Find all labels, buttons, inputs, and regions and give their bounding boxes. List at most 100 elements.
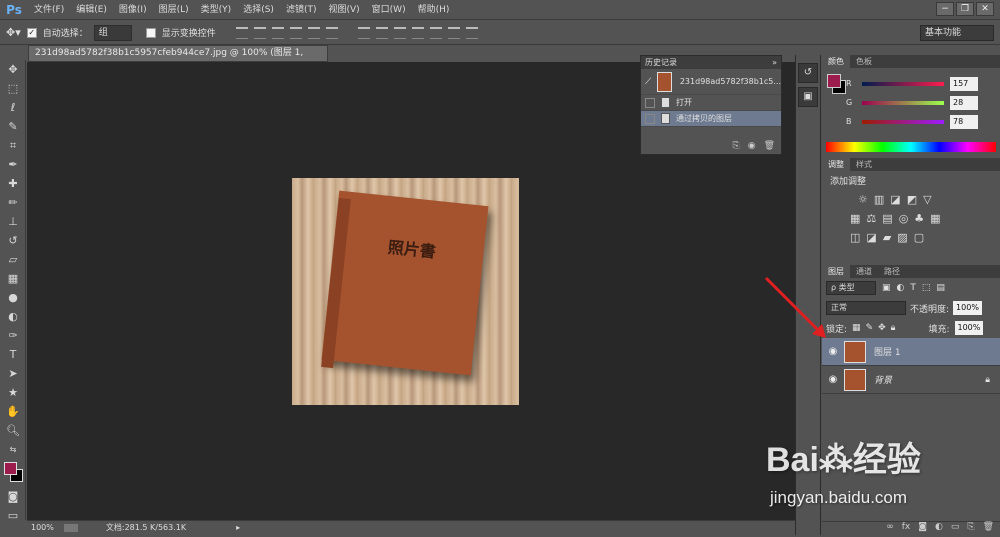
history-source-checkbox[interactable] <box>645 97 655 108</box>
layer-filter-dropdown[interactable]: ρ 类型 <box>826 281 876 295</box>
restore-button[interactable]: ❐ <box>956 2 974 16</box>
color-spectrum[interactable] <box>826 142 996 152</box>
move-tool-icon[interactable]: ✥▾ <box>6 26 21 39</box>
align-left-icon[interactable] <box>289 26 302 39</box>
green-track[interactable] <box>862 100 944 105</box>
menu-layer[interactable]: 图层(L) <box>153 0 195 20</box>
auto-select-checkbox[interactable]: ✓ <box>26 27 37 38</box>
eye-icon[interactable]: ◉ <box>822 346 844 357</box>
link-layers-icon[interactable]: ∞ <box>886 522 894 535</box>
new-layer-icon[interactable]: ⎘ <box>967 522 974 535</box>
tab-paths[interactable]: 路径 <box>878 265 906 278</box>
minimize-button[interactable]: − <box>936 2 954 16</box>
menu-view[interactable]: 视图(V) <box>322 0 365 20</box>
menu-edit[interactable]: 编辑(E) <box>70 0 113 20</box>
document-tab[interactable]: 231d98ad5782f38b1c5957cfeb944ce7.jpg @ 1… <box>28 45 328 73</box>
align-vcenter-icon[interactable] <box>253 26 266 39</box>
delete-layer-icon[interactable]: 🗑︎ <box>983 522 994 535</box>
layer-row[interactable]: ◉ 图层 1 <box>822 338 1000 366</box>
foreground-color-swatch[interactable] <box>4 462 17 475</box>
eyedropper-tool-icon[interactable]: ✒ <box>0 155 26 174</box>
vibrance-icon[interactable]: ▽ <box>923 193 931 206</box>
lock-position-icon[interactable]: ✥ <box>878 323 886 333</box>
quick-mask-icon[interactable]: ◙ <box>0 487 26 506</box>
eye-icon[interactable]: ◉ <box>822 374 844 385</box>
selective-color-icon[interactable]: ▢ <box>914 231 924 244</box>
filter-adjustment-icon[interactable]: ◐ <box>897 283 905 293</box>
photo-filter-icon[interactable]: ◎ <box>899 212 909 225</box>
tab-swatches[interactable]: 色板 <box>850 55 878 68</box>
color-swatches[interactable] <box>0 459 26 487</box>
trash-icon[interactable]: 🗑︎ <box>764 141 775 151</box>
color-balance-icon[interactable]: ⚖ <box>866 212 876 225</box>
workspace-dropdown[interactable]: 基本功能 <box>920 25 994 41</box>
history-panel-icon[interactable]: ↺ <box>798 63 818 83</box>
align-top-icon[interactable] <box>235 26 248 39</box>
menu-select[interactable]: 选择(S) <box>237 0 280 20</box>
tab-channels[interactable]: 通道 <box>850 265 878 278</box>
filter-type-icon[interactable]: T <box>910 283 916 293</box>
menu-window[interactable]: 窗口(W) <box>366 0 412 20</box>
marquee-tool-icon[interactable]: ⬚ <box>0 79 26 98</box>
menu-file[interactable]: 文件(F) <box>28 0 70 20</box>
blue-track[interactable] <box>862 119 944 124</box>
menu-image[interactable]: 图像(I) <box>113 0 153 20</box>
fill-input[interactable]: 100% <box>954 321 984 335</box>
move-tool-icon[interactable]: ✥ <box>0 60 26 79</box>
black-white-icon[interactable]: ▤ <box>882 212 892 225</box>
show-transform-checkbox[interactable] <box>145 27 156 38</box>
posterize-icon[interactable]: ◪ <box>866 231 876 244</box>
filter-shape-icon[interactable]: ⬚ <box>922 283 931 293</box>
new-document-from-state-icon[interactable]: ⎘ <box>733 141 740 151</box>
curves-icon[interactable]: ◪ <box>890 193 900 206</box>
levels-icon[interactable]: ▥ <box>874 193 884 206</box>
green-value[interactable]: 28 <box>950 95 978 110</box>
dodge-tool-icon[interactable]: ◐ <box>0 307 26 326</box>
menu-type[interactable]: 类型(Y) <box>195 0 238 20</box>
history-item[interactable]: 打开 <box>641 95 781 111</box>
menu-filter[interactable]: 滤镜(T) <box>280 0 323 20</box>
align-hcenter-icon[interactable] <box>307 26 320 39</box>
exposure-icon[interactable]: ◩ <box>907 193 917 206</box>
history-item[interactable]: 通过拷贝的图层 <box>641 111 781 127</box>
eraser-tool-icon[interactable]: ▱ <box>0 250 26 269</box>
close-button[interactable]: ✕ <box>976 2 994 16</box>
invert-icon[interactable]: ◫ <box>850 231 860 244</box>
status-menu-arrow-icon[interactable]: ▸ <box>236 523 240 532</box>
properties-panel-icon[interactable]: ▣ <box>798 87 818 107</box>
auto-select-dropdown[interactable]: 组 <box>93 24 132 41</box>
history-snapshot[interactable]: ⟋ 231d98ad5782f38b1c5... <box>641 69 781 95</box>
auto-align-icon[interactable] <box>465 26 478 39</box>
screen-mode-icon[interactable]: ▭ <box>0 506 26 525</box>
shape-tool-icon[interactable]: ★ <box>0 383 26 402</box>
tab-styles[interactable]: 样式 <box>850 158 878 171</box>
gradient-tool-icon[interactable]: ▦ <box>0 269 26 288</box>
blend-mode-dropdown[interactable]: 正常 <box>826 301 906 315</box>
distribute-vcenter-icon[interactable] <box>375 26 388 39</box>
path-select-tool-icon[interactable]: ➤ <box>0 364 26 383</box>
clone-stamp-tool-icon[interactable]: ⊥ <box>0 212 26 231</box>
brightness-icon[interactable]: ☼ <box>858 193 868 206</box>
brush-tool-icon[interactable]: ✏ <box>0 193 26 212</box>
distribute-hcenter-icon[interactable] <box>429 26 442 39</box>
tab-adjustments[interactable]: 调整 <box>822 158 850 171</box>
lasso-tool-icon[interactable]: ℓ <box>0 98 26 117</box>
lock-image-icon[interactable]: ✎ <box>866 323 874 333</box>
history-brush-tool-icon[interactable]: ↺ <box>0 231 26 250</box>
history-source-checkbox[interactable] <box>645 113 655 124</box>
red-slider[interactable]: R 157 <box>822 74 1000 93</box>
gradient-map-icon[interactable]: ▨ <box>897 231 907 244</box>
opacity-input[interactable]: 100% <box>953 301 982 315</box>
zoom-tool-icon[interactable]: 🔍︎ <box>0 421 26 440</box>
layer-style-icon[interactable]: fx <box>902 522 911 535</box>
tab-color[interactable]: 颜色 <box>822 55 850 68</box>
align-right-icon[interactable] <box>325 26 338 39</box>
foreground-color-swatch[interactable] <box>827 74 841 88</box>
swap-colors-icon[interactable]: ⇆ <box>0 440 26 459</box>
distribute-top-icon[interactable] <box>357 26 370 39</box>
history-panel-title[interactable]: 历史记录 <box>645 56 677 69</box>
red-track[interactable] <box>862 81 944 86</box>
quick-select-tool-icon[interactable]: ✎ <box>0 117 26 136</box>
new-group-icon[interactable]: ▭ <box>951 522 960 535</box>
lock-all-icon[interactable]: 🔒︎ <box>891 323 896 333</box>
